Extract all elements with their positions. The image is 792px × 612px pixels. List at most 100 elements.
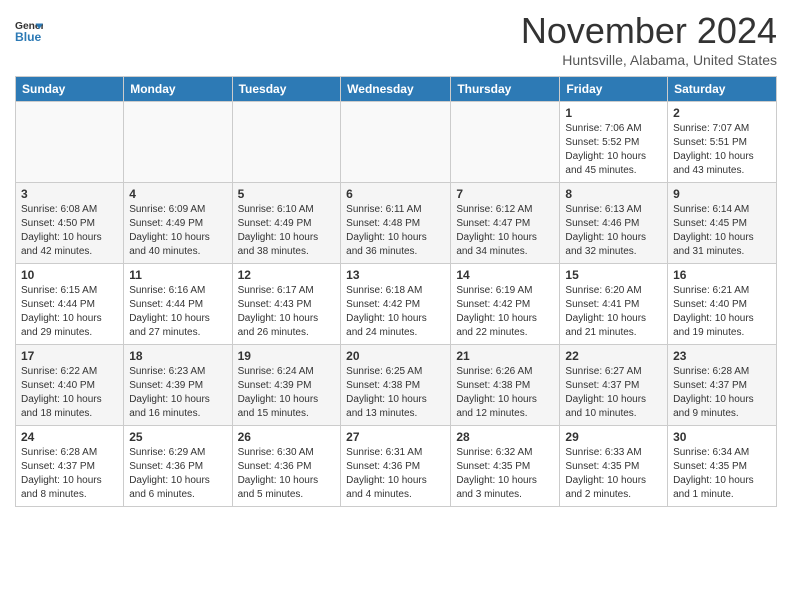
day-info: Sunrise: 6:27 AM Sunset: 4:37 PM Dayligh…: [565, 365, 662, 421]
day-number: 23: [673, 349, 771, 363]
calendar-day-cell: 8 Sunrise: 6:13 AM Sunset: 4:46 PM Daylig…: [560, 183, 668, 264]
calendar-day-cell: 11 Sunrise: 6:16 AM Sunset: 4:44 PM Dayli…: [124, 264, 232, 345]
day-info: Sunrise: 6:16 AM Sunset: 4:44 PM Dayligh…: [129, 284, 226, 340]
calendar-day-cell: 29 Sunrise: 6:33 AM Sunset: 4:35 PM Dayli…: [560, 426, 668, 507]
calendar-week-row: 17 Sunrise: 6:22 AM Sunset: 4:40 PM Dayli…: [16, 345, 777, 426]
location-subtitle: Huntsville, Alabama, United States: [521, 52, 777, 68]
day-number: 16: [673, 268, 771, 282]
day-info: Sunrise: 6:28 AM Sunset: 4:37 PM Dayligh…: [673, 365, 771, 421]
calendar-day-cell: 16Sunrise: 6:21 AM Sunset: 4:40 PM Dayli…: [668, 264, 777, 345]
day-info: Sunrise: 6:12 AM Sunset: 4:47 PM Dayligh…: [456, 203, 554, 259]
day-number: 25: [129, 430, 226, 444]
day-number: 12: [238, 268, 336, 282]
calendar-day-cell: 25 Sunrise: 6:29 AM Sunset: 4:36 PM Dayli…: [124, 426, 232, 507]
day-number: 10: [21, 268, 118, 282]
title-block: November 2024 Huntsville, Alabama, Unite…: [521, 10, 777, 68]
calendar-day-cell: 20 Sunrise: 6:25 AM Sunset: 4:38 PM Dayli…: [341, 345, 451, 426]
weekday-header-saturday: Saturday: [668, 77, 777, 102]
day-info: Sunrise: 6:11 AM Sunset: 4:48 PM Dayligh…: [346, 203, 445, 259]
calendar-day-cell: 9Sunrise: 6:14 AM Sunset: 4:45 PM Daylig…: [668, 183, 777, 264]
day-number: 24: [21, 430, 118, 444]
day-number: 19: [238, 349, 336, 363]
day-number: 27: [346, 430, 445, 444]
calendar-day-cell: 12Sunrise: 6:17 AM Sunset: 4:43 PM Dayli…: [232, 264, 341, 345]
day-number: 13: [346, 268, 445, 282]
calendar-day-cell: 21 Sunrise: 6:26 AM Sunset: 4:38 PM Dayli…: [451, 345, 560, 426]
day-number: 30: [673, 430, 771, 444]
weekday-header-tuesday: Tuesday: [232, 77, 341, 102]
calendar-week-row: 24 Sunrise: 6:28 AM Sunset: 4:37 PM Dayli…: [16, 426, 777, 507]
calendar-day-cell: 15 Sunrise: 6:20 AM Sunset: 4:41 PM Dayli…: [560, 264, 668, 345]
day-info: Sunrise: 6:23 AM Sunset: 4:39 PM Dayligh…: [129, 365, 226, 421]
day-info: Sunrise: 6:18 AM Sunset: 4:42 PM Dayligh…: [346, 284, 445, 340]
day-number: 6: [346, 187, 445, 201]
calendar-day-cell: 24 Sunrise: 6:28 AM Sunset: 4:37 PM Dayli…: [16, 426, 124, 507]
day-info: Sunrise: 6:28 AM Sunset: 4:37 PM Dayligh…: [21, 446, 118, 502]
day-number: 4: [129, 187, 226, 201]
day-number: 21: [456, 349, 554, 363]
day-info: Sunrise: 6:08 AM Sunset: 4:50 PM Dayligh…: [21, 203, 118, 259]
day-info: Sunrise: 6:32 AM Sunset: 4:35 PM Dayligh…: [456, 446, 554, 502]
day-info: Sunrise: 6:30 AM Sunset: 4:36 PM Dayligh…: [238, 446, 336, 502]
day-number: 3: [21, 187, 118, 201]
calendar-day-cell: 19 Sunrise: 6:24 AM Sunset: 4:39 PM Dayli…: [232, 345, 341, 426]
calendar-day-cell: 4 Sunrise: 6:09 AM Sunset: 4:49 PM Daylig…: [124, 183, 232, 264]
calendar-week-row: 1Sunrise: 7:06 AM Sunset: 5:52 PM Daylig…: [16, 102, 777, 183]
calendar-day-cell: 28 Sunrise: 6:32 AM Sunset: 4:35 PM Dayli…: [451, 426, 560, 507]
day-info: Sunrise: 7:07 AM Sunset: 5:51 PM Dayligh…: [673, 122, 771, 178]
day-info: Sunrise: 6:15 AM Sunset: 4:44 PM Dayligh…: [21, 284, 118, 340]
calendar-empty-cell: [124, 102, 232, 183]
svg-text:Blue: Blue: [15, 30, 42, 44]
logo: General Blue: [15, 16, 45, 44]
day-info: Sunrise: 6:25 AM Sunset: 4:38 PM Dayligh…: [346, 365, 445, 421]
calendar-day-cell: 17 Sunrise: 6:22 AM Sunset: 4:40 PM Dayli…: [16, 345, 124, 426]
weekday-header-monday: Monday: [124, 77, 232, 102]
calendar-day-cell: 26 Sunrise: 6:30 AM Sunset: 4:36 PM Dayli…: [232, 426, 341, 507]
calendar-day-cell: 6 Sunrise: 6:11 AM Sunset: 4:48 PM Daylig…: [341, 183, 451, 264]
page-header: General Blue November 2024 Huntsville, A…: [15, 10, 777, 68]
day-number: 15: [565, 268, 662, 282]
calendar-empty-cell: [16, 102, 124, 183]
calendar-day-cell: 14Sunrise: 6:19 AM Sunset: 4:42 PM Dayli…: [451, 264, 560, 345]
calendar-day-cell: 2 Sunrise: 7:07 AM Sunset: 5:51 PM Daylig…: [668, 102, 777, 183]
day-number: 22: [565, 349, 662, 363]
day-info: Sunrise: 6:09 AM Sunset: 4:49 PM Dayligh…: [129, 203, 226, 259]
day-number: 29: [565, 430, 662, 444]
calendar-day-cell: 5 Sunrise: 6:10 AM Sunset: 4:49 PM Daylig…: [232, 183, 341, 264]
day-info: Sunrise: 6:31 AM Sunset: 4:36 PM Dayligh…: [346, 446, 445, 502]
day-info: Sunrise: 6:34 AM Sunset: 4:35 PM Dayligh…: [673, 446, 771, 502]
day-info: Sunrise: 6:24 AM Sunset: 4:39 PM Dayligh…: [238, 365, 336, 421]
day-number: 8: [565, 187, 662, 201]
day-info: Sunrise: 6:29 AM Sunset: 4:36 PM Dayligh…: [129, 446, 226, 502]
weekday-header-row: SundayMondayTuesdayWednesdayThursdayFrid…: [16, 77, 777, 102]
calendar-day-cell: 3 Sunrise: 6:08 AM Sunset: 4:50 PM Daylig…: [16, 183, 124, 264]
calendar-day-cell: 18Sunrise: 6:23 AM Sunset: 4:39 PM Dayli…: [124, 345, 232, 426]
calendar-day-cell: 23 Sunrise: 6:28 AM Sunset: 4:37 PM Dayli…: [668, 345, 777, 426]
month-title: November 2024: [521, 10, 777, 52]
day-info: Sunrise: 6:20 AM Sunset: 4:41 PM Dayligh…: [565, 284, 662, 340]
calendar-empty-cell: [451, 102, 560, 183]
day-number: 20: [346, 349, 445, 363]
calendar-day-cell: 30 Sunrise: 6:34 AM Sunset: 4:35 PM Dayli…: [668, 426, 777, 507]
weekday-header-thursday: Thursday: [451, 77, 560, 102]
calendar-day-cell: 27 Sunrise: 6:31 AM Sunset: 4:36 PM Dayli…: [341, 426, 451, 507]
calendar-table: SundayMondayTuesdayWednesdayThursdayFrid…: [15, 76, 777, 507]
calendar-week-row: 10 Sunrise: 6:15 AM Sunset: 4:44 PM Dayli…: [16, 264, 777, 345]
day-number: 5: [238, 187, 336, 201]
day-number: 11: [129, 268, 226, 282]
day-info: Sunrise: 7:06 AM Sunset: 5:52 PM Dayligh…: [565, 122, 662, 178]
day-number: 17: [21, 349, 118, 363]
day-info: Sunrise: 6:13 AM Sunset: 4:46 PM Dayligh…: [565, 203, 662, 259]
day-number: 7: [456, 187, 554, 201]
day-info: Sunrise: 6:10 AM Sunset: 4:49 PM Dayligh…: [238, 203, 336, 259]
day-info: Sunrise: 6:22 AM Sunset: 4:40 PM Dayligh…: [21, 365, 118, 421]
day-number: 2: [673, 106, 771, 120]
calendar-week-row: 3 Sunrise: 6:08 AM Sunset: 4:50 PM Daylig…: [16, 183, 777, 264]
day-info: Sunrise: 6:26 AM Sunset: 4:38 PM Dayligh…: [456, 365, 554, 421]
day-number: 28: [456, 430, 554, 444]
weekday-header-wednesday: Wednesday: [341, 77, 451, 102]
day-info: Sunrise: 6:33 AM Sunset: 4:35 PM Dayligh…: [565, 446, 662, 502]
day-info: Sunrise: 6:14 AM Sunset: 4:45 PM Dayligh…: [673, 203, 771, 259]
day-number: 26: [238, 430, 336, 444]
weekday-header-sunday: Sunday: [16, 77, 124, 102]
